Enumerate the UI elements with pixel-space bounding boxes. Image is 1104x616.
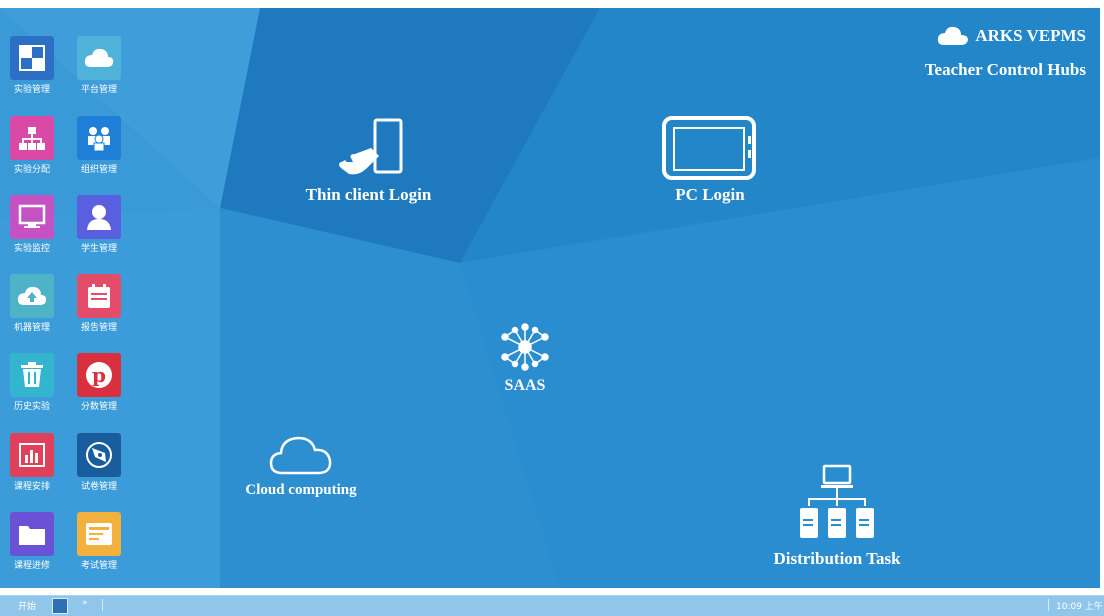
- tile-label: 机器管理: [13, 323, 50, 333]
- cloud-icon: [938, 26, 969, 45]
- tile-label: 组织管理: [80, 165, 117, 175]
- tile-report-management[interactable]: 报告管理: [71, 274, 127, 333]
- tablet-icon: [662, 116, 756, 180]
- quick-launch-icon[interactable]: [52, 598, 68, 614]
- cloud-computing-label: Cloud computing: [245, 482, 357, 498]
- trash-icon: [10, 353, 54, 397]
- brand-name: ARKS VEPMS: [975, 26, 1086, 45]
- cloud-outline-icon: [269, 436, 332, 475]
- tile-experiment-monitoring[interactable]: 实验监控: [4, 195, 60, 254]
- tile-label: 分数管理: [80, 402, 117, 412]
- desktop: 实验管理 平台管理 实验分配 组织管理 实验监控 学生管理 机器管理 报告管理 …: [0, 8, 1100, 588]
- tile-exam-paper-management[interactable]: 试卷管理: [71, 433, 127, 492]
- grid-icon: [10, 36, 54, 80]
- users-icon: [77, 116, 121, 160]
- tile-organization-management[interactable]: 组织管理: [71, 116, 127, 175]
- tile-label: 平台管理: [80, 85, 117, 95]
- distribution-label: Distribution Task: [773, 549, 901, 568]
- network-icon: [501, 323, 549, 371]
- tile-label: 历史实验: [13, 402, 50, 412]
- cloud-computing[interactable]: Cloud computing: [236, 433, 366, 499]
- brand-header: ARKS VEPMS Teacher Control Hubs: [925, 26, 1086, 80]
- pinterest-icon: p: [77, 353, 121, 397]
- touch-tablet-icon: [338, 118, 402, 175]
- tile-label: 实验管理: [13, 85, 50, 95]
- more-arrows[interactable]: »: [82, 598, 88, 608]
- compass-icon: [77, 433, 121, 477]
- clock[interactable]: 10:09 上午: [1056, 599, 1103, 612]
- cloud-icon: [77, 36, 121, 80]
- folder-icon: [10, 512, 54, 556]
- upload-cloud-icon: [10, 274, 54, 318]
- brand-subtitle: Teacher Control Hubs: [924, 60, 1086, 79]
- svg-text:p: p: [92, 363, 106, 387]
- distribution-icon: [800, 464, 874, 538]
- tile-label: 考试管理: [80, 561, 117, 571]
- hierarchy-icon: [10, 116, 54, 160]
- thin-client-login[interactable]: Thin client Login: [296, 118, 441, 205]
- tile-label: 课程进修: [13, 561, 50, 571]
- tile-student-management[interactable]: 学生管理: [71, 195, 127, 254]
- monitor-icon: [10, 195, 54, 239]
- taskbar: 开始 » 10:09 上午: [0, 595, 1104, 616]
- tile-label: 实验分配: [13, 165, 50, 175]
- tile-label: 学生管理: [80, 244, 117, 254]
- tile-platform-management[interactable]: 平台管理: [71, 36, 127, 95]
- tile-label: 报告管理: [80, 323, 117, 333]
- tile-experiment-management[interactable]: 实验管理: [4, 36, 60, 95]
- calendar-icon: [77, 274, 121, 318]
- tile-label: 实验监控: [13, 244, 50, 254]
- saas[interactable]: SAAS: [490, 322, 560, 395]
- tile-exam-management[interactable]: 考试管理: [71, 512, 127, 571]
- tile-history-experiment[interactable]: 历史实验: [4, 353, 60, 412]
- pc-login-label: PC Login: [675, 185, 745, 204]
- tile-experiment-assignment[interactable]: 实验分配: [4, 116, 60, 175]
- tile-course-schedule[interactable]: 课程安排: [4, 433, 60, 492]
- background-pattern: [0, 8, 1100, 588]
- tile-machine-management[interactable]: 机器管理: [4, 274, 60, 333]
- taskbar-divider: [102, 599, 103, 611]
- bar-chart-icon: [10, 433, 54, 477]
- taskbar-divider: [1048, 599, 1049, 611]
- start-button[interactable]: 开始: [18, 599, 36, 612]
- document-icon: [77, 512, 121, 556]
- thin-client-label: Thin client Login: [305, 185, 432, 204]
- tile-label: 试卷管理: [80, 482, 117, 492]
- user-icon: [77, 195, 121, 239]
- distribution-task[interactable]: Distribution Task: [760, 464, 914, 569]
- tile-course-study[interactable]: 课程进修: [4, 512, 60, 571]
- tile-score-management[interactable]: p 分数管理: [71, 353, 127, 412]
- saas-label: SAAS: [504, 377, 546, 394]
- pc-login[interactable]: PC Login: [650, 114, 770, 205]
- tile-label: 课程安排: [13, 482, 50, 492]
